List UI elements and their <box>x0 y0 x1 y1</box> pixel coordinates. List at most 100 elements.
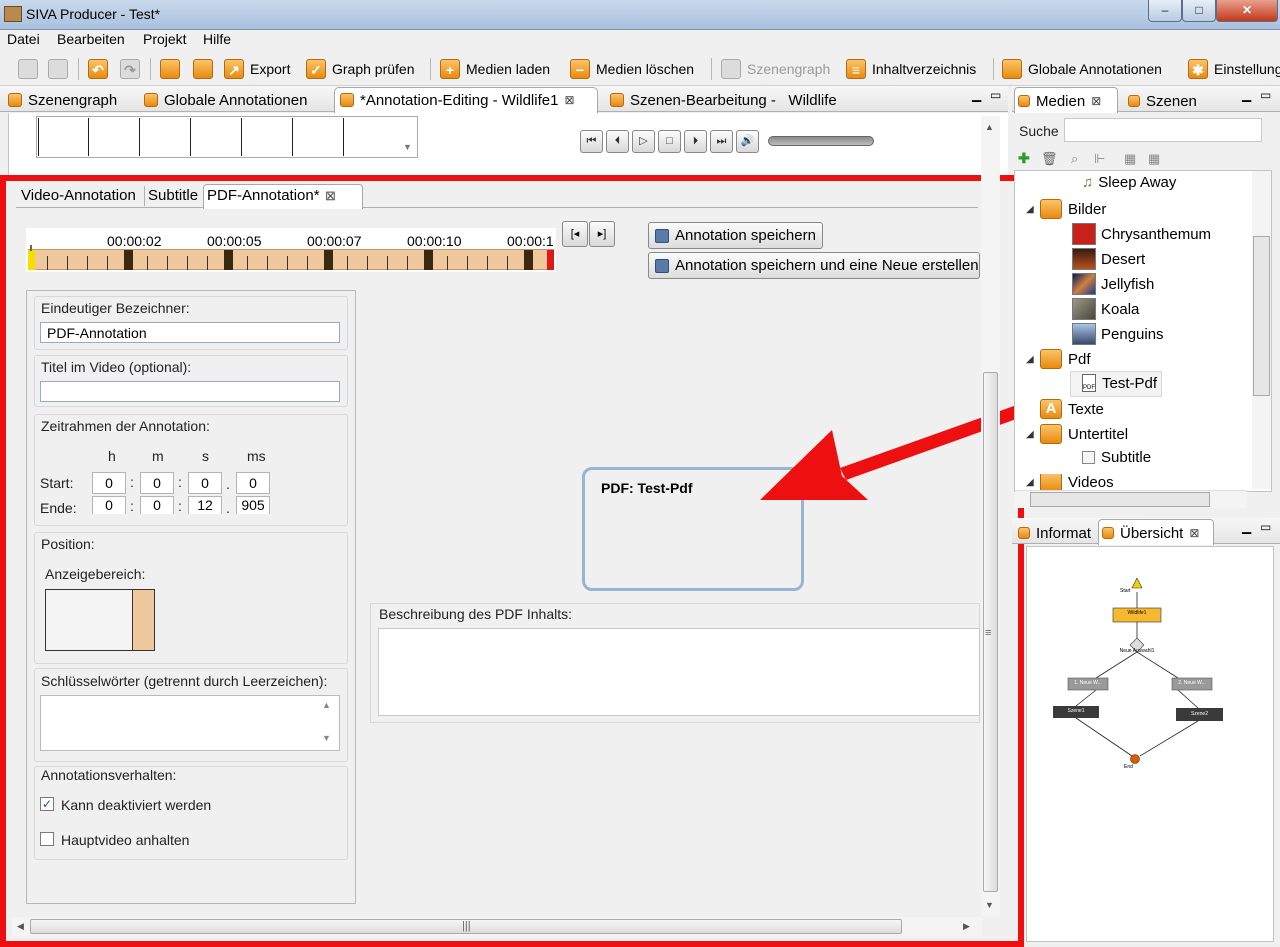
search-input[interactable] <box>1064 118 1262 142</box>
tab-overview[interactable]: Übersicht ⊠ <box>1102 522 1199 544</box>
graph-node-right-branch[interactable]: 2. Neue W... <box>1172 678 1212 689</box>
tab-video-annotation[interactable]: Video-Annotation <box>21 187 136 204</box>
save-and-new-button[interactable]: Annotation speichern und eine Neue erste… <box>648 252 980 279</box>
tree-item-penguins[interactable]: Penguins <box>1072 323 1164 345</box>
tree-item-test-pdf[interactable]: PDF Test-Pdf <box>1082 374 1157 392</box>
menu-bearbeiten[interactable]: Bearbeiten <box>57 31 125 47</box>
settings-button[interactable]: ✱ Einstellung <box>1188 57 1280 81</box>
minimize-button[interactable]: – <box>1148 0 1182 22</box>
collapse-icon[interactable]: ▦ <box>1124 151 1136 167</box>
start-hours-input[interactable]: 0 <box>92 472 126 494</box>
frame-strip[interactable] <box>36 116 418 158</box>
graph-check-button[interactable]: ✓ Graph prüfen <box>306 57 415 81</box>
set-end-icon[interactable]: ▸] <box>589 221 615 247</box>
tab-szenen-bearbeitung[interactable]: Szenen-Bearbeitung - Wildlife <box>610 89 837 111</box>
global-annotations-button[interactable]: Globale Annotationen <box>1002 57 1162 81</box>
timeline-start-marker[interactable] <box>28 250 35 270</box>
first-frame-icon[interactable]: ⏮ <box>580 130 603 153</box>
scroll-up-icon[interactable]: ▲ <box>322 700 331 710</box>
tab-pdf-annotation[interactable]: PDF-Annotation* <box>207 187 320 204</box>
tab-medien[interactable]: Medien ⊠ <box>1018 90 1101 112</box>
tree-item-koala[interactable]: Koala <box>1072 298 1139 320</box>
expanded-icon[interactable]: ◢ <box>1026 429 1040 440</box>
graph-node-scene1[interactable]: Szene1 <box>1053 706 1099 717</box>
export-button[interactable]: ↗ Export <box>224 57 290 81</box>
filter-icon[interactable]: ⊩ <box>1094 151 1105 167</box>
start-ms-input[interactable]: 0 <box>236 472 270 494</box>
tree-item-pdf[interactable]: ◢ Pdf <box>1026 349 1091 369</box>
expanded-icon[interactable]: ◢ <box>1026 204 1040 215</box>
graph-node-end[interactable]: End <box>1124 762 1133 773</box>
redo-icon[interactable]: ↷ <box>120 59 140 79</box>
close-tab-icon[interactable]: ⊠ <box>1189 526 1199 540</box>
graph-node-left-branch[interactable]: 1. Neue W... <box>1068 678 1108 689</box>
scroll-left-icon[interactable]: ◀ <box>17 921 24 932</box>
tab-information[interactable]: Informat <box>1018 522 1091 544</box>
menu-projekt[interactable]: Projekt <box>143 31 187 47</box>
trash-icon[interactable]: 🗑 <box>1041 151 1058 167</box>
add-icon[interactable]: ✚ <box>1018 150 1030 167</box>
start-minutes-input[interactable]: 0 <box>140 472 174 494</box>
scroll-down-icon[interactable]: ▼ <box>985 900 994 910</box>
expand-icon[interactable]: ▦ <box>1148 151 1160 167</box>
timeline-end-marker[interactable] <box>547 250 554 270</box>
maximize-view-icon[interactable]: ▭ <box>990 88 1001 102</box>
display-area-region[interactable] <box>132 590 154 650</box>
tree-item-subtitle[interactable]: Subtitle <box>1082 449 1151 466</box>
tree-item-videos[interactable]: ◢ Videos <box>1026 474 1114 490</box>
maximize-view-icon[interactable]: ▭ <box>1260 520 1271 534</box>
save-all-icon[interactable] <box>48 59 68 79</box>
close-button[interactable]: ✕ <box>1216 0 1278 22</box>
tree-hscroll-thumb[interactable] <box>1030 492 1210 507</box>
graph-node-scene2[interactable]: Szene2 <box>1176 709 1223 720</box>
scene-graph-button[interactable]: Szenengraph <box>721 57 830 81</box>
maximize-button[interactable]: □ <box>1182 0 1216 22</box>
end-seconds-input[interactable]: 12 <box>188 496 222 514</box>
minimize-view-icon[interactable]: ▁ <box>1242 520 1251 534</box>
tree-item-sleep-away[interactable]: ♫ Sleep Away <box>1082 174 1176 191</box>
tab-szenen[interactable]: Szenen <box>1128 90 1197 112</box>
graph-node-start[interactable]: Start <box>1120 586 1131 597</box>
minimize-view-icon[interactable]: ▁ <box>1242 88 1251 102</box>
tab-subtitle[interactable]: Subtitle <box>148 187 198 204</box>
dropdown-arrow-icon[interactable]: ▼ <box>403 142 412 152</box>
stop-icon[interactable]: □ <box>658 130 681 153</box>
minimize-view-icon[interactable]: ▁ <box>972 88 981 102</box>
description-textarea[interactable] <box>378 628 980 716</box>
close-tab-icon[interactable]: ⊠ <box>1091 94 1101 108</box>
scroll-right-icon[interactable]: ▶ <box>963 921 970 932</box>
expanded-icon[interactable]: ◢ <box>1026 354 1040 365</box>
expanded-icon[interactable]: ◢ <box>1026 477 1040 488</box>
title-input[interactable] <box>40 381 340 402</box>
tab-szenengraph[interactable]: Szenengraph <box>8 89 117 111</box>
graph-node-fork[interactable]: Neue Auswahl1 <box>1110 646 1164 657</box>
tab-globale-annotationen[interactable]: Globale Annotationen <box>144 89 307 111</box>
volume-icon[interactable]: 🔊 <box>736 130 759 153</box>
load-media-button[interactable]: + Medien laden <box>440 57 550 81</box>
close-tab-icon[interactable]: ⊠ <box>325 188 336 204</box>
maximize-view-icon[interactable]: ▭ <box>1260 88 1271 102</box>
keywords-textarea[interactable] <box>40 695 340 751</box>
tree-item-chrysanthemum[interactable]: Chrysanthemum <box>1072 223 1211 245</box>
save-as-icon[interactable] <box>193 59 213 79</box>
scroll-up-icon[interactable]: ▲ <box>985 122 994 132</box>
toc-button[interactable]: ≡ Inhaltverzeichnis <box>846 57 976 81</box>
tree-item-bilder[interactable]: ◢ Bilder <box>1026 199 1106 219</box>
prev-frame-icon[interactable]: ⏴ <box>606 130 629 153</box>
delete-media-button[interactable]: − Medien löschen <box>570 57 694 81</box>
pause-main-checkbox[interactable] <box>40 832 54 846</box>
volume-slider[interactable] <box>768 136 874 146</box>
tree-item-texte[interactable]: A Texte <box>1040 399 1104 419</box>
save-icon[interactable] <box>160 59 180 79</box>
tree-item-desert[interactable]: Desert <box>1072 248 1145 270</box>
tab-annotation-editing[interactable]: *Annotation-Editing - Wildlife1 ⊠ <box>340 89 575 111</box>
end-ms-input[interactable]: 905 <box>236 496 270 514</box>
can-deactivate-checkbox[interactable]: ✓ <box>40 797 54 811</box>
menu-datei[interactable]: Datei <box>7 31 40 47</box>
menu-hilfe[interactable]: Hilfe <box>203 31 231 47</box>
start-seconds-input[interactable]: 0 <box>188 472 222 494</box>
last-frame-icon[interactable]: ⏭ <box>710 130 733 153</box>
identifier-input[interactable] <box>40 322 340 343</box>
save-annotation-button[interactable]: Annotation speichern <box>648 222 823 249</box>
end-minutes-input[interactable]: 0 <box>140 496 174 514</box>
